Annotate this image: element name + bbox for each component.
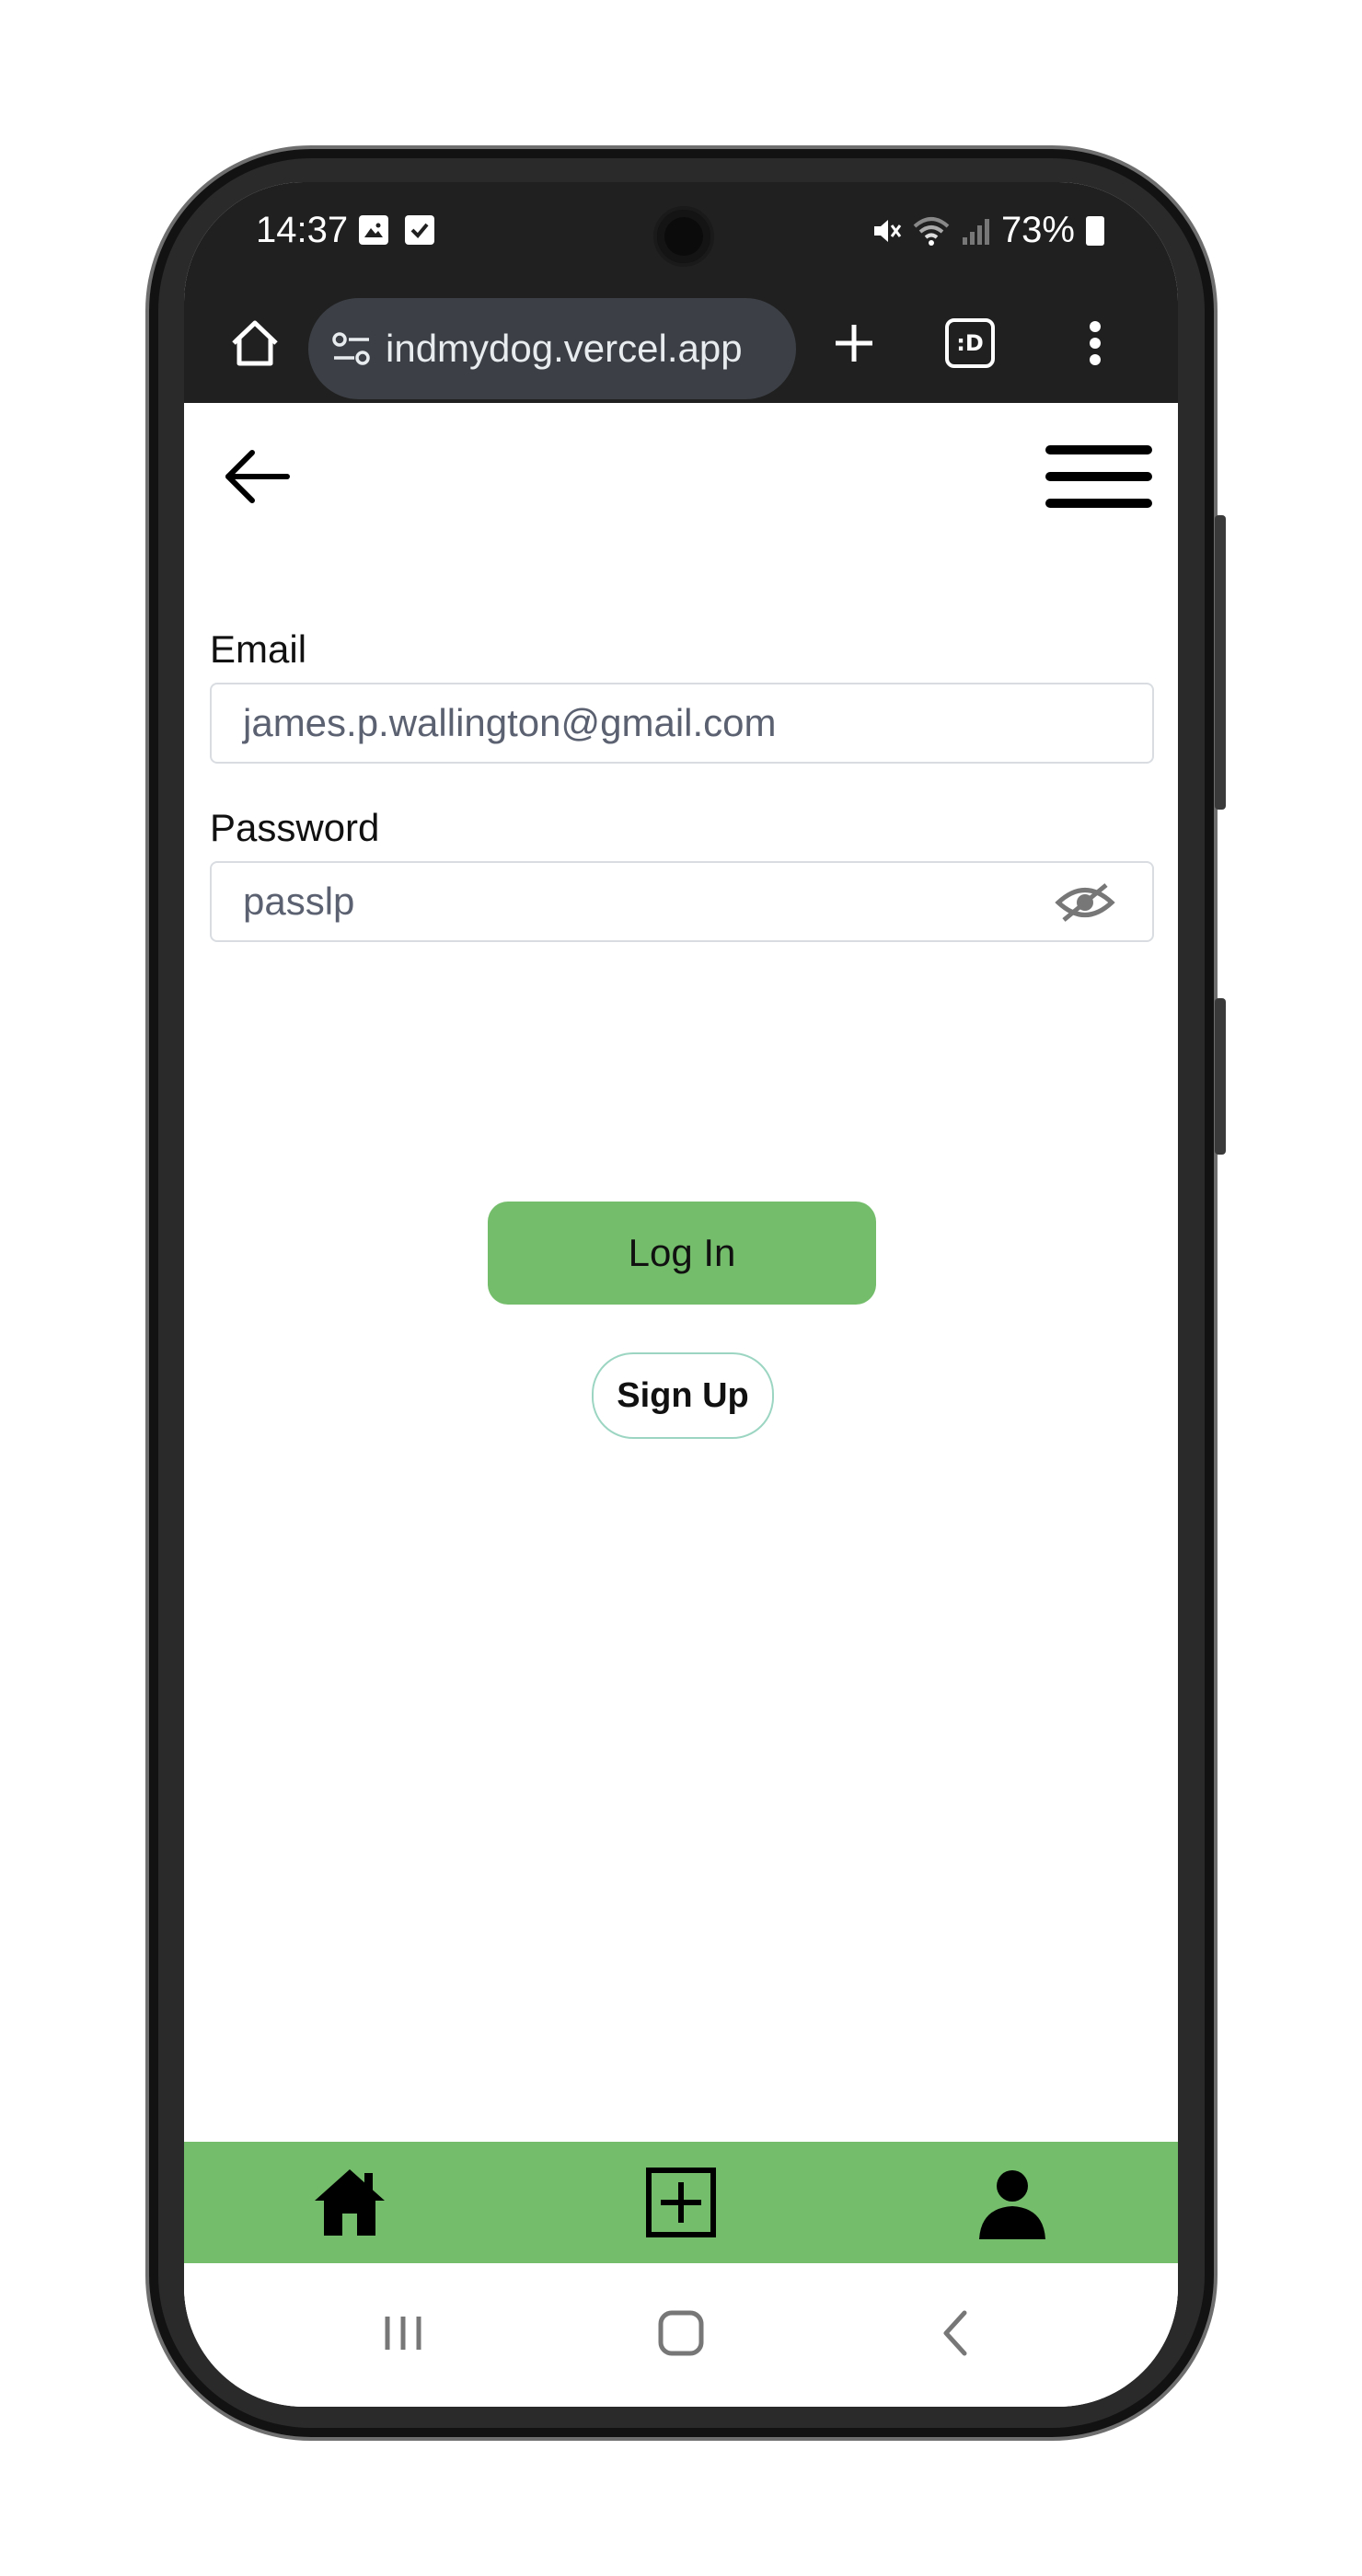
system-home-icon[interactable]	[653, 2306, 709, 2361]
more-vertical-icon	[1090, 321, 1101, 365]
phone-side-button	[1215, 515, 1226, 810]
password-field[interactable]: passlp	[210, 861, 1154, 942]
status-notification-icons	[359, 215, 434, 245]
phone-side-button	[1215, 998, 1226, 1155]
user-icon[interactable]	[974, 2164, 1051, 2241]
hamburger-icon[interactable]	[1045, 440, 1152, 513]
mute-icon	[873, 219, 902, 242]
home-icon[interactable]	[311, 2164, 388, 2241]
email-value: james.p.wallington@gmail.com	[243, 701, 777, 744]
url-bar[interactable]: indmydog.vercel.app	[308, 298, 796, 399]
home-outline-icon	[232, 320, 278, 366]
phone-screen: 14:37 73% indmydog.vercel.app:D Email j…	[184, 182, 1178, 2407]
browser-home-button[interactable]	[215, 283, 294, 403]
gallery-icon	[359, 215, 388, 245]
eye-off-icon[interactable]	[1055, 880, 1115, 926]
email-label: Email	[210, 627, 307, 671]
site-settings-icon	[332, 332, 370, 365]
app-bottom-nav	[184, 2142, 1178, 2263]
browser-toolbar: indmydog.vercel.app :D	[184, 283, 1178, 403]
status-time: 14:37	[256, 210, 349, 250]
tab-switcher-button[interactable]: :D	[933, 283, 1007, 403]
front-camera	[653, 206, 714, 267]
signup-button[interactable]: Sign Up	[592, 1352, 774, 1439]
checkbox-icon	[405, 215, 434, 245]
recent-apps-icon[interactable]	[382, 2306, 424, 2361]
add-square-icon[interactable]	[642, 2164, 720, 2241]
system-nav-bar	[184, 2263, 1178, 2407]
url-text: indmydog.vercel.app	[386, 327, 743, 370]
signal-icon	[962, 218, 989, 245]
arrow-left-icon[interactable]	[221, 440, 294, 513]
web-page: Email james.p.wallington@gmail.com Passw…	[184, 403, 1178, 2344]
wifi-icon	[913, 216, 950, 246]
battery-percent: 73%	[1000, 210, 1075, 250]
email-field[interactable]: james.p.wallington@gmail.com	[210, 683, 1154, 764]
login-button[interactable]: Log In	[488, 1202, 876, 1305]
system-back-icon[interactable]	[937, 2306, 974, 2361]
status-right-icons: 73%	[871, 210, 1104, 251]
password-label: Password	[210, 806, 380, 849]
new-tab-button[interactable]	[817, 283, 891, 403]
tab-count: :D	[945, 318, 995, 368]
browser-menu-button[interactable]	[1063, 283, 1127, 403]
status-bar: 14:37 73%	[184, 182, 1178, 283]
battery-icon	[1086, 215, 1104, 246]
password-value: passlp	[243, 880, 355, 923]
plus-icon	[836, 325, 872, 362]
